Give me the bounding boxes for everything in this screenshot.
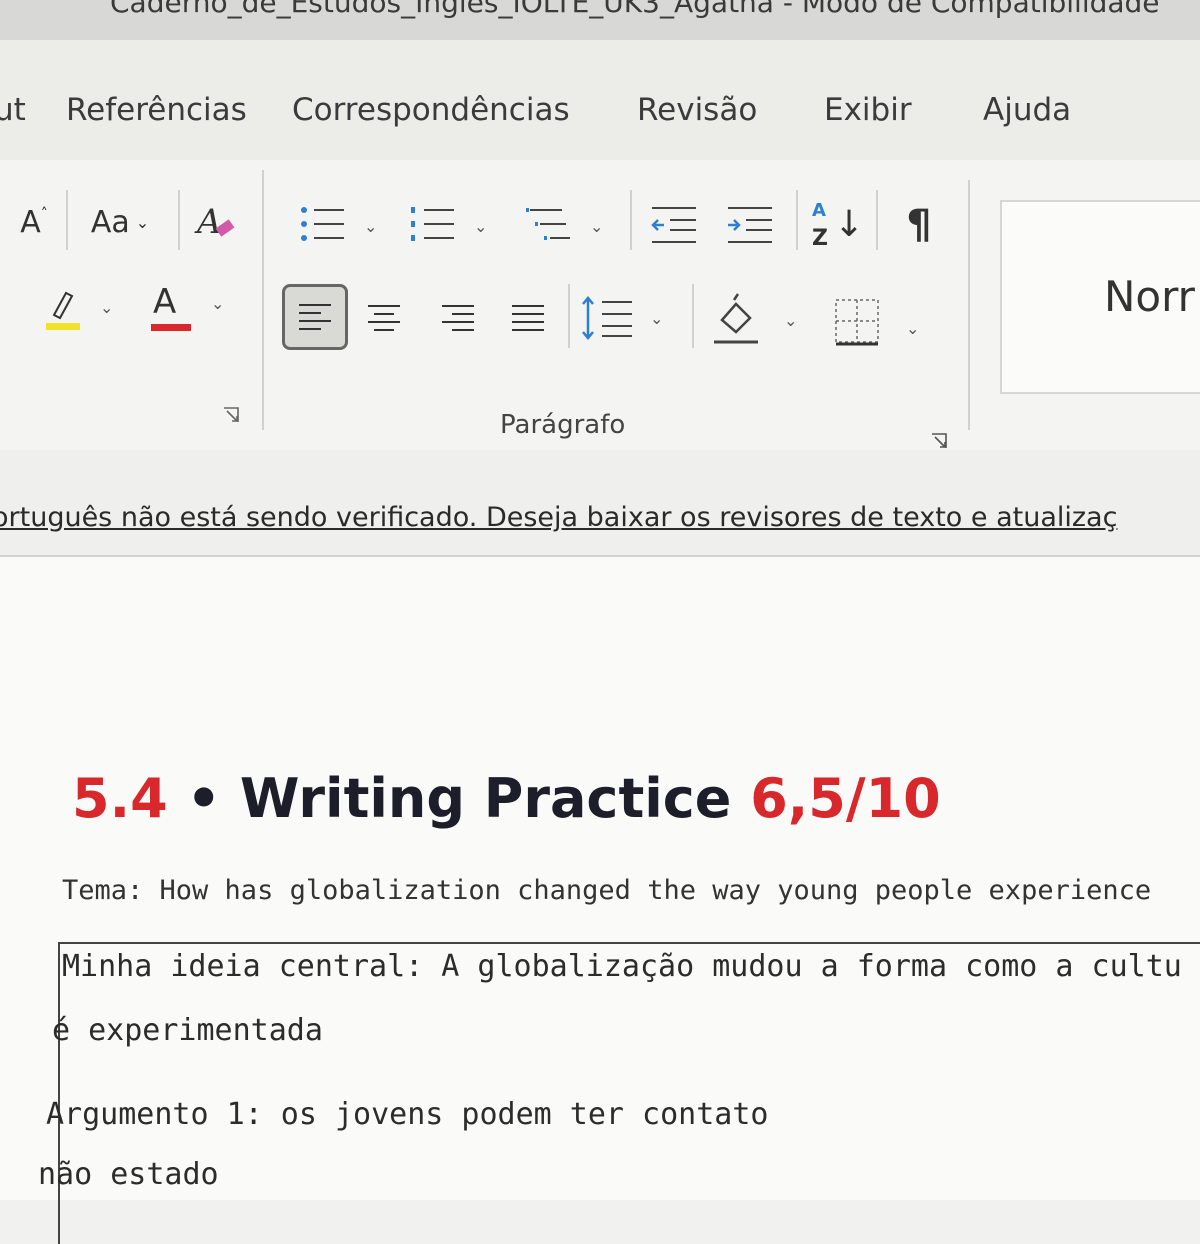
separator [796,190,798,250]
svg-text:⌄: ⌄ [100,298,113,317]
tab-layout[interactable]: ut [0,92,26,128]
align-center-icon [368,305,400,331]
decrease-indent-icon [651,207,696,243]
borders-icon: ⌄ [835,299,919,346]
sort-z-label: Z [812,226,828,251]
align-right-button[interactable] [434,294,482,342]
font-color-swatch [151,324,191,331]
show-marks-button[interactable]: ¶ [894,200,944,250]
decrease-indent-button[interactable] [646,200,702,250]
font-dialog-launcher-icon[interactable] [222,406,240,424]
justify-button[interactable] [504,294,552,342]
svg-text:⌄: ⌄ [650,309,663,328]
svg-text:⌄: ⌄ [784,311,797,330]
clear-formatting-icon: A [194,202,235,242]
increase-indent-icon [728,207,772,243]
paragraph-dialog-launcher-icon[interactable] [930,432,948,450]
title-bar: Caderno_de_Estudos_Inglês_IOLTE_UK3_Agat… [0,0,1200,40]
style-normal-label: Norr [1104,272,1195,321]
heading-bullet: • [186,767,221,830]
paragraph-line: não estado [38,1157,219,1192]
highlighter-icon: ⌄ [46,291,113,330]
group-separator [262,170,264,430]
group-separator [968,180,970,430]
tab-correspondencias[interactable]: Correspondências [292,92,570,128]
highlight-color-button[interactable]: ⌄ [40,285,120,335]
separator [178,190,180,250]
heading-score: 6,5/10 [750,767,941,830]
numbering-button[interactable]: ⌄ [406,200,496,250]
line-spacing-button[interactable]: ⌄ [578,292,674,346]
align-center-button[interactable] [360,294,408,342]
paragraph-line: é experimentada [52,1013,323,1048]
proofing-message-link[interactable]: ortuguês não está sendo verificado. Dese… [0,502,1117,533]
numbering-icon: ⌄ [411,207,487,241]
paint-bucket-icon: ⌄ [714,293,797,344]
line-spacing-icon: ⌄ [582,296,663,340]
borders-button[interactable]: ⌄ [830,294,930,352]
change-case-button[interactable]: Aa ⌄ [80,200,160,244]
style-normal[interactable]: Norr [1000,200,1200,394]
ribbon-tab-bar: ut Referências Correspondências Revisão … [0,40,1200,160]
proofing-info-bar: ortuguês não está sendo verificado. Dese… [0,450,1200,557]
heading-number: 5.4 [72,767,168,830]
section-heading: 5.4 • Writing Practice 6,5/10 [72,767,941,830]
tab-referencias[interactable]: Referências [66,92,247,128]
ribbon: A ˄ Aa ⌄ A ⌄ A ⌄ ⌄ ⌄ ⌄ A Z ↓ ¶ ⌄ ⌄ ⌄ Par… [0,160,1200,452]
align-left-button[interactable] [282,284,348,350]
separator [630,190,632,250]
paragraph-line: Argumento 1: os jovens podem ter contato [46,1097,769,1132]
svg-text:⌄: ⌄ [906,319,919,338]
font-color-icon: A [153,282,177,322]
shading-button[interactable]: ⌄ [708,290,808,350]
bullets-icon: ⌄ [301,207,377,241]
paragraph-line: Minha ideia central: A globalização mudo… [62,949,1182,984]
bullets-button[interactable]: ⌄ [296,200,386,250]
pilcrow-icon: ¶ [906,202,932,248]
grow-font-button[interactable]: A ˄ [12,200,56,244]
document-page[interactable]: 5.4 • Writing Practice 6,5/10 Tema: How … [0,557,1200,1244]
sort-arrow-icon: ↓ [834,204,865,245]
increase-indent-button[interactable] [722,200,778,250]
font-color-button[interactable]: A ⌄ [145,282,235,336]
sort-button[interactable]: A Z ↓ [806,196,865,258]
text-box [58,942,1200,1244]
svg-text:⌄: ⌄ [474,217,487,236]
svg-text:A: A [194,202,222,242]
svg-text:⌄: ⌄ [590,217,603,236]
tab-exibir[interactable]: Exibir [824,92,912,128]
align-left-icon [299,304,331,330]
tab-revisao[interactable]: Revisão [637,92,757,128]
svg-text:⌄: ⌄ [364,217,377,236]
separator [568,284,570,348]
window-title: Caderno_de_Estudos_Inglês_IOLTE_UK3_Agat… [110,0,1160,19]
separator [876,190,878,250]
multilevel-list-button[interactable]: ⌄ [522,200,612,250]
separator [692,284,694,348]
change-case-icon: Aa [90,204,130,240]
paragraph-group-label: Parágrafo [500,410,626,440]
multilevel-list-icon: ⌄ [526,208,603,240]
grow-font-icon: A [20,204,41,240]
align-right-icon [442,305,474,331]
tema-line: Tema: How has globalization changed the … [62,875,1152,906]
separator [66,190,68,250]
clear-formatting-button[interactable]: A [192,196,242,246]
justify-icon [512,305,544,331]
sort-a-label: A [812,200,826,221]
tab-ajuda[interactable]: Ajuda [983,92,1071,128]
heading-text: Writing Practice [239,767,732,830]
